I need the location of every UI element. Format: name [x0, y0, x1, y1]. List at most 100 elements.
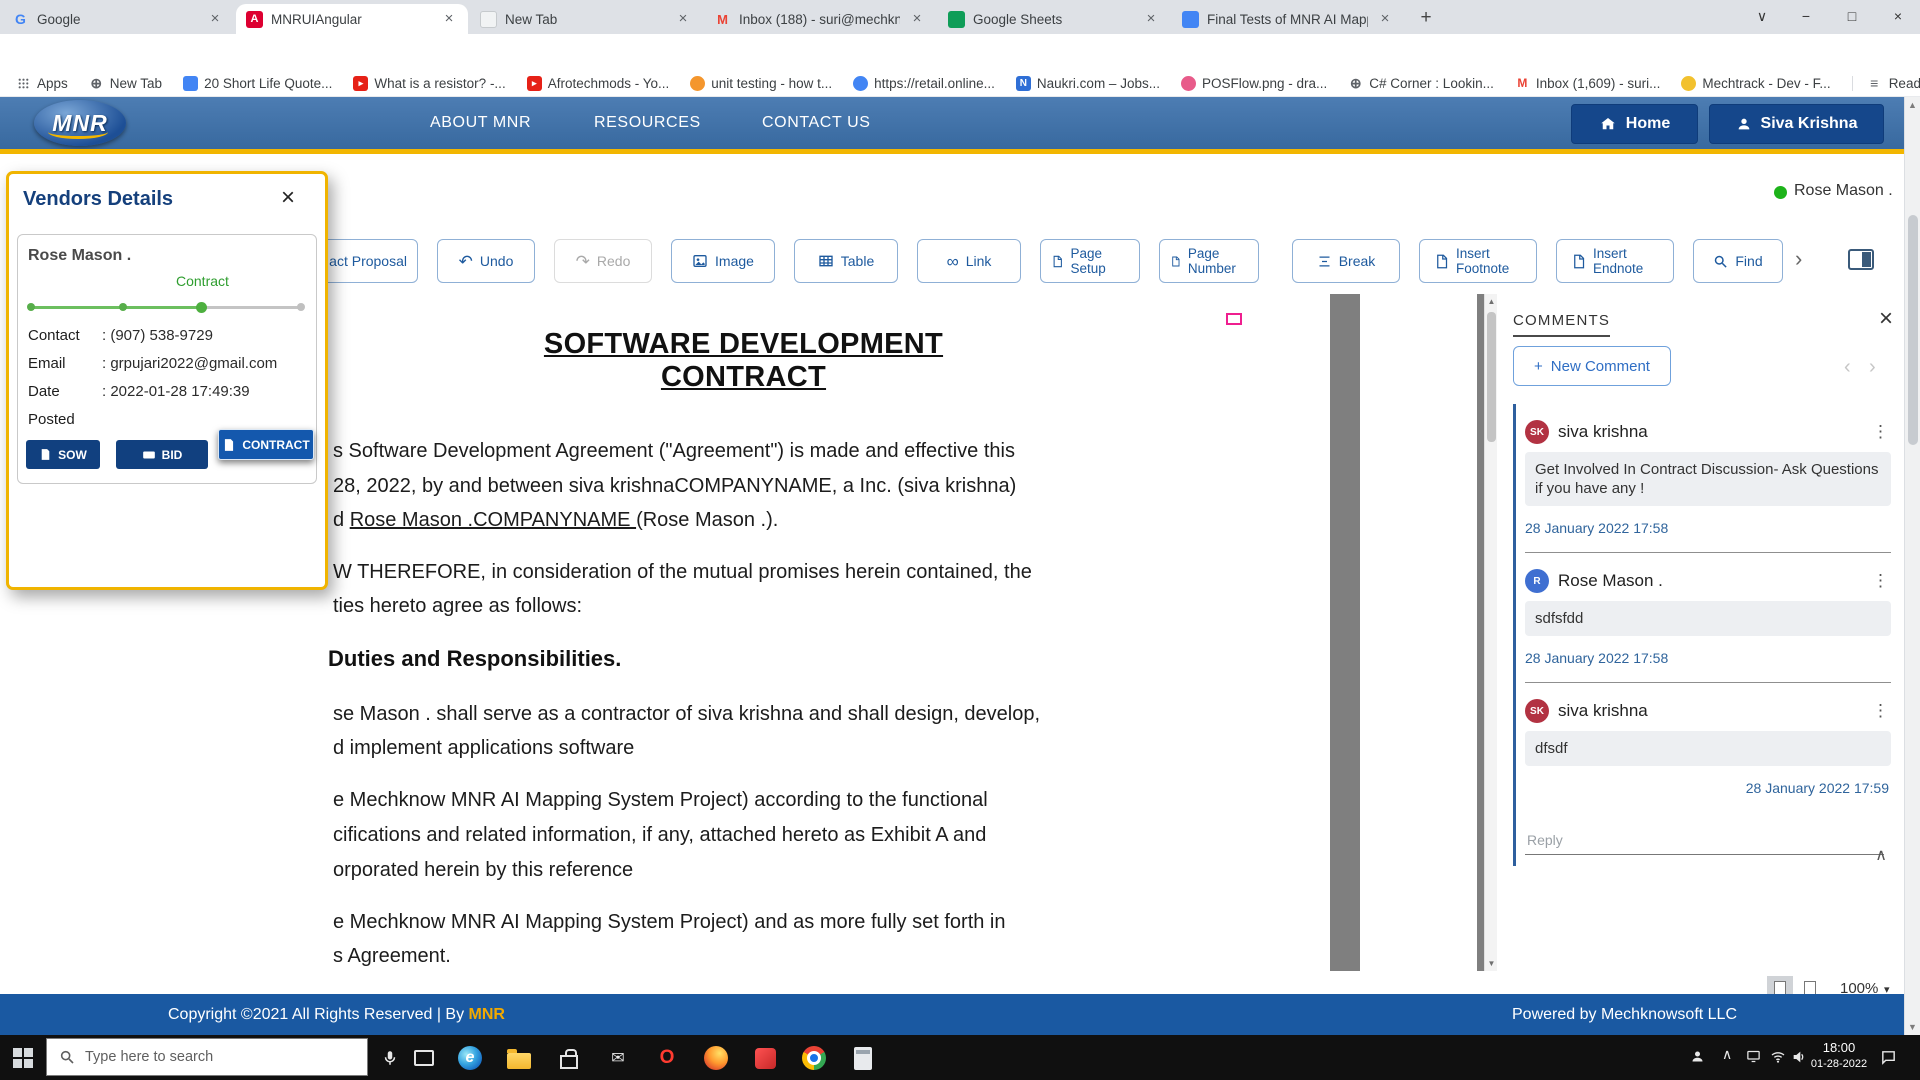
chrome-icon[interactable]: [802, 1046, 826, 1070]
task-view-button[interactable]: [412, 1046, 436, 1070]
tab-close-icon[interactable]: ×: [1376, 10, 1394, 28]
comments-next-chevron[interactable]: ›: [1869, 356, 1876, 379]
bid-button[interactable]: BID: [116, 440, 208, 469]
bookmark-naukri[interactable]: NNaukri.com – Jobs...: [1016, 76, 1160, 91]
taskbar-search[interactable]: [46, 1038, 368, 1076]
scroll-down-icon[interactable]: ▼: [1905, 1022, 1920, 1032]
display-tray-icon[interactable]: [1746, 1049, 1761, 1069]
footer-brand[interactable]: MNR: [469, 1006, 505, 1023]
comment-marker-icon[interactable]: [1226, 313, 1242, 325]
window-close-button[interactable]: ×: [1876, 0, 1920, 32]
undo-button[interactable]: ↶Undo: [437, 239, 535, 283]
slider-dot-active[interactable]: [196, 302, 207, 313]
reading-list-button[interactable]: ≡Reading list: [1852, 76, 1920, 91]
mail-icon[interactable]: ✉: [606, 1046, 630, 1070]
tray-expand-chevron-icon[interactable]: ∧: [1722, 1046, 1732, 1063]
document-page[interactable]: SOFTWARE DEVELOPMENT CONTRACT s Software…: [328, 294, 1330, 971]
tab-mnruiangular[interactable]: A MNRUIAngular ×: [236, 4, 468, 34]
browser-scrollbar-thumb[interactable]: [1908, 215, 1918, 445]
taskbar-clock[interactable]: 18:00 01-28-2022: [1808, 1040, 1870, 1072]
scroll-up-icon[interactable]: ▲: [1905, 100, 1920, 110]
image-button[interactable]: Image: [671, 239, 775, 283]
slider-dot[interactable]: [297, 303, 305, 311]
nav-contact-us[interactable]: CONTACT US: [762, 97, 871, 149]
button-label: Find: [1735, 253, 1762, 269]
firefox-icon[interactable]: [704, 1046, 728, 1070]
scroll-down-icon[interactable]: ▼: [1485, 959, 1498, 968]
vendors-close-icon[interactable]: ×: [281, 184, 295, 212]
new-tab-button[interactable]: +: [1412, 5, 1440, 33]
tab-search-caret-icon[interactable]: ∨: [1740, 0, 1784, 32]
bookmark-inbox[interactable]: MInbox (1,609) - suri...: [1515, 76, 1661, 91]
bookmark-mechtrack[interactable]: Mechtrack - Dev - F...: [1681, 76, 1830, 91]
bookmark-new-tab[interactable]: ⊕New Tab: [89, 76, 162, 91]
opera-icon[interactable]: O: [655, 1046, 679, 1070]
store-icon[interactable]: [557, 1046, 581, 1070]
sow-button[interactable]: SOW: [26, 440, 100, 469]
nav-resources[interactable]: RESOURCES: [594, 97, 701, 149]
slider-dot[interactable]: [119, 303, 127, 311]
table-button[interactable]: Table: [794, 239, 898, 283]
reply-input[interactable]: [1525, 826, 1884, 855]
comments-collapse-chevron-icon[interactable]: ∧: [1875, 845, 1887, 865]
insert-endnote-button[interactable]: Insert Endnote: [1556, 239, 1674, 283]
tab-close-icon[interactable]: ×: [440, 10, 458, 28]
tab-new-tab[interactable]: New Tab ×: [470, 4, 702, 34]
bookmark-quotes[interactable]: 20 Short Life Quote...: [183, 76, 332, 91]
action-center-icon[interactable]: [1880, 1049, 1897, 1071]
taskbar-search-input[interactable]: [85, 1049, 325, 1065]
start-button[interactable]: [13, 1048, 33, 1068]
editor-scrollbar-thumb[interactable]: [1487, 312, 1496, 442]
nav-about-mnr[interactable]: ABOUT MNR: [430, 97, 531, 149]
tab-google[interactable]: G Google ×: [2, 4, 234, 34]
comments-close-icon[interactable]: ×: [1879, 305, 1893, 333]
browser-scrollbar[interactable]: ▲ ▼: [1904, 97, 1920, 1035]
calculator-icon[interactable]: [851, 1046, 875, 1070]
scroll-up-icon[interactable]: ▲: [1485, 297, 1498, 306]
slider-dot[interactable]: [27, 303, 35, 311]
bookmark-unit-testing[interactable]: unit testing - how t...: [690, 76, 832, 91]
mnr-logo[interactable]: MNR: [34, 100, 126, 146]
tab-final-tests[interactable]: Final Tests of MNR AI Mapping S ×: [1172, 4, 1404, 34]
bookmark-posflow[interactable]: POSFlow.png - dra...: [1181, 76, 1327, 91]
redo-button[interactable]: ↷Redo: [554, 239, 652, 283]
bookmark-afrotechmods[interactable]: ▸Afrotechmods - Yo...: [527, 76, 670, 91]
bookmark-resistor[interactable]: ▸What is a resistor? -...: [353, 76, 505, 91]
link-button[interactable]: ∞Link: [917, 239, 1021, 283]
tab-gmail-inbox[interactable]: M Inbox (188) - suri@mechknowso ×: [704, 4, 936, 34]
contract-button[interactable]: CONTRACT: [218, 429, 314, 460]
side-panel-toggle-icon[interactable]: [1848, 249, 1874, 270]
tab-close-icon[interactable]: ×: [674, 10, 692, 28]
bookmark-retail-online[interactable]: https://retail.online...: [853, 76, 995, 91]
people-tray-icon[interactable]: [1690, 1049, 1705, 1069]
home-button[interactable]: Home: [1571, 104, 1698, 144]
break-button[interactable]: Break: [1292, 239, 1400, 283]
find-button[interactable]: Find: [1693, 239, 1783, 283]
file-explorer-icon[interactable]: [507, 1046, 531, 1070]
new-comment-button[interactable]: + New Comment: [1513, 346, 1671, 386]
bookmark-csharp-corner[interactable]: ⊕C# Corner : Lookin...: [1348, 76, 1494, 91]
edge-icon[interactable]: e: [458, 1046, 482, 1070]
volume-icon[interactable]: [1791, 1049, 1807, 1070]
tab-close-icon[interactable]: ×: [908, 10, 926, 28]
comments-prev-chevron[interactable]: ‹: [1844, 356, 1851, 379]
tab-google-sheets[interactable]: Google Sheets ×: [938, 4, 1170, 34]
page-setup-button[interactable]: Page Setup: [1040, 239, 1140, 283]
vendor-progress-slider[interactable]: [28, 301, 304, 313]
window-minimize-button[interactable]: −: [1784, 0, 1828, 32]
comment-menu-icon[interactable]: ⋮: [1872, 571, 1889, 591]
wifi-icon[interactable]: [1770, 1049, 1786, 1070]
window-maximize-button[interactable]: □: [1830, 0, 1874, 32]
comment-menu-icon[interactable]: ⋮: [1872, 422, 1889, 442]
media-app-icon[interactable]: [753, 1046, 777, 1070]
bookmark-apps[interactable]: Apps: [16, 76, 68, 91]
tab-close-icon[interactable]: ×: [206, 10, 224, 28]
tab-close-icon[interactable]: ×: [1142, 10, 1160, 28]
insert-footnote-button[interactable]: Insert Footnote: [1419, 239, 1537, 283]
comment-menu-icon[interactable]: ⋮: [1872, 701, 1889, 721]
toolbar-overflow-chevron[interactable]: ›: [1795, 246, 1802, 272]
user-button[interactable]: Siva Krishna: [1709, 104, 1884, 144]
page-number-button[interactable]: Page Number: [1159, 239, 1259, 283]
editor-scrollbar[interactable]: ▲ ▼: [1484, 294, 1497, 971]
mic-icon[interactable]: [378, 1046, 402, 1070]
